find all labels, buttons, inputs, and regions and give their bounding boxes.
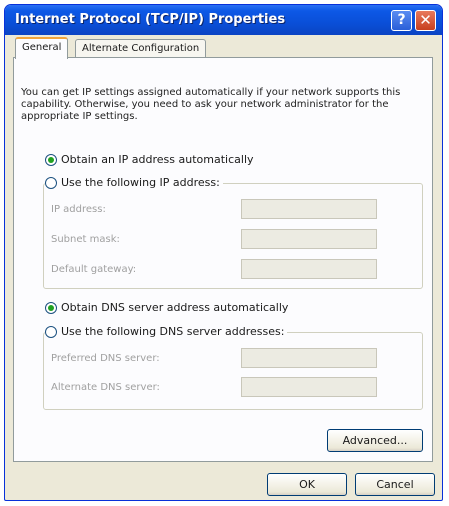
preferred-dns-field	[241, 348, 377, 368]
tab-general[interactable]: General	[15, 37, 69, 59]
radio-use-following-ip[interactable]: Use the following IP address:	[45, 176, 223, 189]
help-icon[interactable]: ?	[391, 10, 412, 31]
radio-label: Use the following DNS server addresses:	[61, 325, 285, 338]
default-gateway-label: Default gateway:	[51, 264, 137, 275]
close-icon[interactable]: ✕	[415, 10, 436, 31]
radio-use-following-dns[interactable]: Use the following DNS server addresses:	[45, 325, 288, 338]
radio-obtain-ip-auto[interactable]: Obtain an IP address automatically	[45, 153, 257, 166]
radio-button[interactable]	[45, 176, 57, 189]
radio-button-selected[interactable]	[45, 301, 57, 314]
description-text: You can get IP settings assigned automat…	[21, 87, 401, 122]
subnet-mask-label: Subnet mask:	[51, 234, 120, 245]
subnet-mask-field	[241, 229, 377, 249]
alternate-dns-label: Alternate DNS server:	[51, 382, 160, 393]
alternate-dns-field	[241, 377, 377, 397]
preferred-dns-label: Preferred DNS server:	[51, 353, 160, 364]
advanced-button[interactable]: Advanced...	[327, 429, 423, 452]
window-title: Internet Protocol (TCP/IP) Properties	[15, 12, 286, 27]
ip-address-field	[241, 199, 377, 219]
radio-label: Obtain DNS server address automatically	[61, 301, 289, 314]
radio-label: Use the following IP address:	[61, 176, 220, 189]
radio-label: Obtain an IP address automatically	[61, 153, 254, 166]
dialog-window: Internet Protocol (TCP/IP) Properties ? …	[4, 4, 443, 501]
ip-address-label: IP address:	[51, 204, 106, 215]
radio-obtain-dns-auto[interactable]: Obtain DNS server address automatically	[45, 301, 292, 314]
tab-alternate-configuration[interactable]: Alternate Configuration	[75, 39, 207, 59]
title-bar[interactable]: Internet Protocol (TCP/IP) Properties ? …	[5, 5, 442, 35]
ok-button[interactable]: OK	[267, 473, 347, 496]
default-gateway-field	[241, 259, 377, 279]
dns-settings-group	[43, 332, 423, 410]
cancel-button[interactable]: Cancel	[355, 473, 435, 496]
radio-button-selected[interactable]	[45, 153, 57, 166]
radio-button[interactable]	[45, 325, 57, 338]
